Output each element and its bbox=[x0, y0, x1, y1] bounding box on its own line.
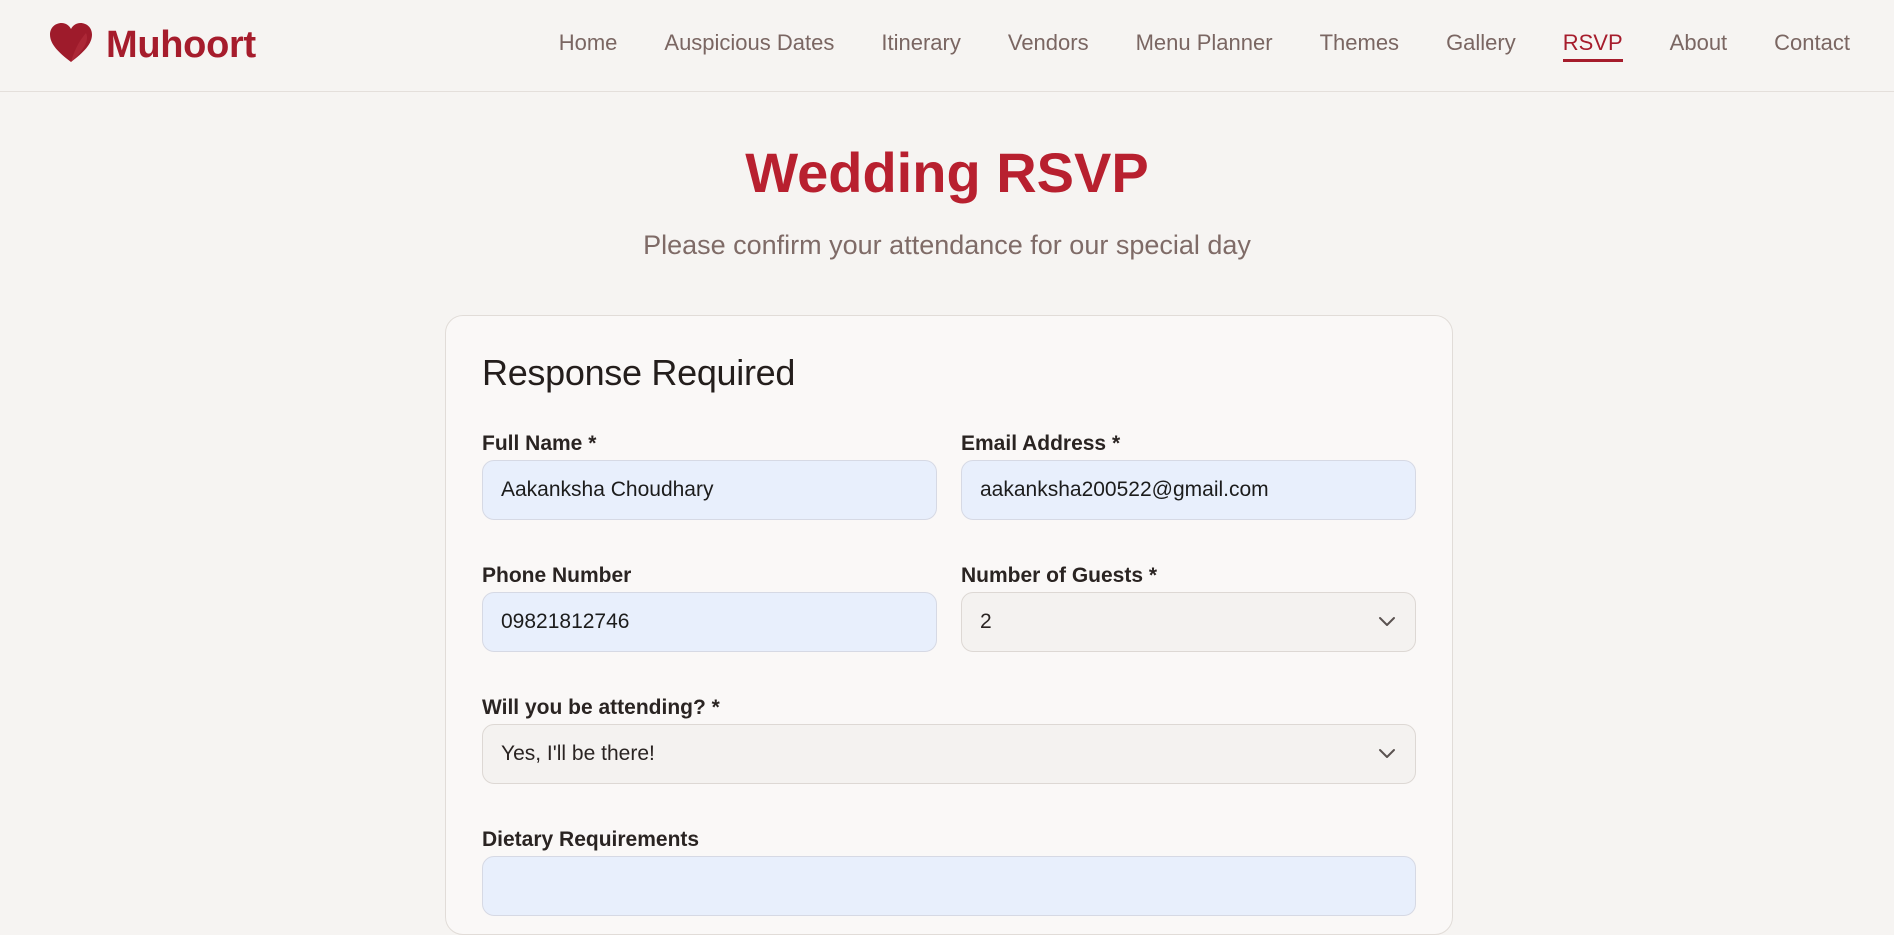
nav-link-itinerary[interactable]: Itinerary bbox=[881, 30, 960, 62]
attending-label: Will you be attending? * bbox=[482, 696, 720, 719]
nav-link-themes[interactable]: Themes bbox=[1320, 30, 1399, 62]
main-nav: Home Auspicious Dates Itinerary Vendors … bbox=[559, 30, 1850, 62]
email-input[interactable]: aakanksha200522@gmail.com bbox=[961, 460, 1416, 520]
chevron-down-icon bbox=[1377, 742, 1397, 766]
heart-icon bbox=[48, 21, 94, 70]
guests-select[interactable]: 2 bbox=[961, 592, 1416, 652]
nav-link-about[interactable]: About bbox=[1670, 30, 1728, 62]
page-subtitle: Please confirm your attendance for our s… bbox=[643, 230, 1251, 260]
brand-name: Muhoort bbox=[106, 23, 256, 66]
chevron-down-icon bbox=[1377, 610, 1397, 634]
form-title: Response Required bbox=[482, 352, 796, 393]
brand-logo[interactable]: Muhoort bbox=[48, 20, 256, 70]
page-title: Wedding RSVP bbox=[745, 141, 1149, 204]
email-label: Email Address * bbox=[961, 432, 1121, 455]
full-name-input[interactable]: Aakanksha Choudhary bbox=[482, 460, 937, 520]
dietary-label: Dietary Requirements bbox=[482, 828, 700, 851]
guests-selected-value: 2 bbox=[980, 610, 992, 633]
nav-link-vendors[interactable]: Vendors bbox=[1008, 30, 1089, 62]
phone-label: Phone Number bbox=[482, 564, 632, 587]
attending-selected-value: Yes, I'll be there! bbox=[501, 742, 655, 765]
nav-link-menu-planner[interactable]: Menu Planner bbox=[1136, 30, 1273, 62]
full-name-label: Full Name * bbox=[482, 432, 597, 455]
top-navbar: Muhoort Home Auspicious Dates Itinerary … bbox=[0, 0, 1894, 92]
nav-link-contact[interactable]: Contact bbox=[1774, 30, 1850, 62]
guests-label: Number of Guests * bbox=[961, 564, 1158, 587]
rsvp-form-card: Response Required Full Name * Aakanksha … bbox=[445, 315, 1453, 935]
phone-input[interactable]: 09821812746 bbox=[482, 592, 937, 652]
nav-link-rsvp[interactable]: RSVP bbox=[1562, 30, 1623, 62]
nav-link-home[interactable]: Home bbox=[559, 30, 618, 62]
dietary-input[interactable] bbox=[482, 856, 1416, 916]
attending-select[interactable]: Yes, I'll be there! bbox=[482, 724, 1416, 784]
nav-link-auspicious-dates[interactable]: Auspicious Dates bbox=[664, 30, 834, 62]
nav-link-gallery[interactable]: Gallery bbox=[1446, 30, 1516, 62]
